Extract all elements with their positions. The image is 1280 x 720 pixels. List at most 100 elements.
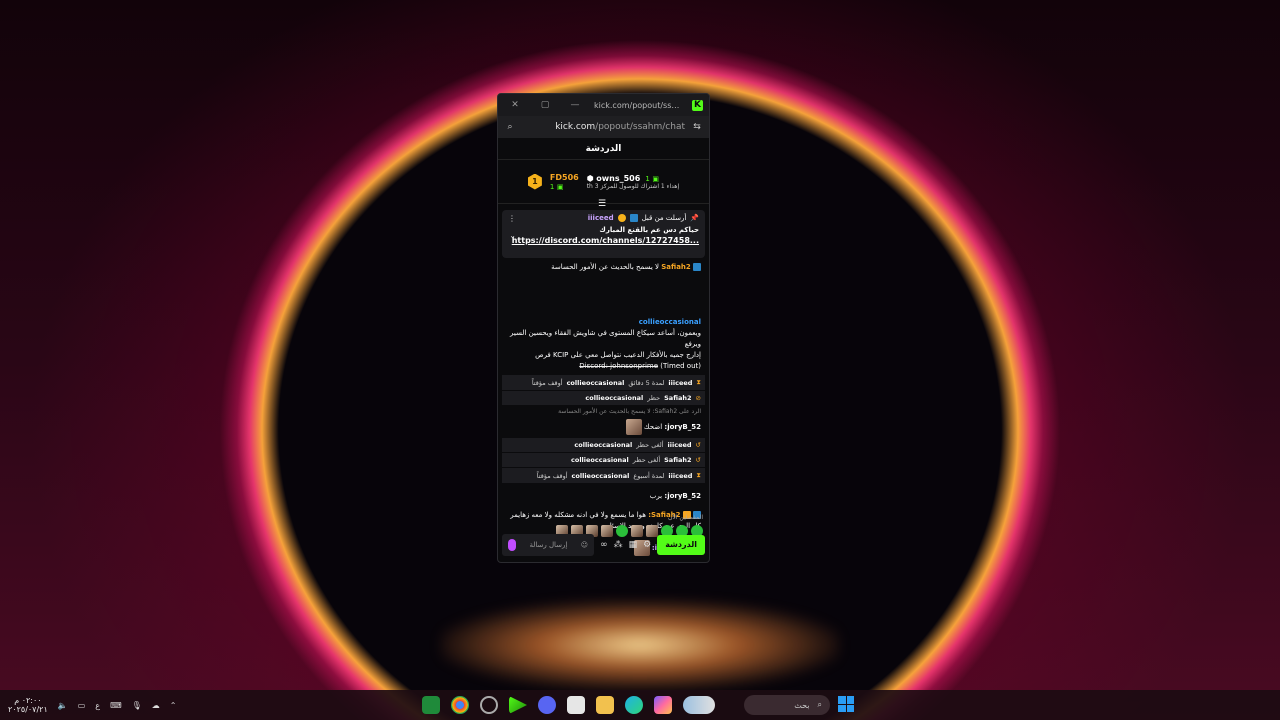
- windows-logo-tile: [846, 704, 854, 712]
- chat-input-row: الدردشة ⚙ ▦ ⁂ ∞ ☺ إرسال رسالة: [502, 534, 705, 556]
- maximize-icon[interactable]: ▢: [534, 100, 556, 110]
- chat-message: Safiah2 لا يسمح بالحديث عن الأمور الحساس…: [502, 260, 705, 275]
- emote-bar-title: المفضلين الآن: [668, 514, 703, 521]
- microphone-icon[interactable]: 🎙: [132, 701, 142, 710]
- clock-date: ٢٠٢٥/٠٧/٢١: [8, 705, 48, 714]
- emoji-icon[interactable]: ☺: [581, 541, 588, 549]
- pinned-user[interactable]: iiiceed: [588, 214, 614, 222]
- chat-message: collieoccasional ويعمون، أساعد سيكاع الم…: [502, 315, 705, 374]
- unban-icon: ↺: [695, 441, 701, 449]
- keyboard-icon[interactable]: ⌨: [110, 701, 122, 710]
- chat-input-placeholder: إرسال رسالة: [529, 541, 568, 549]
- taskbar-search[interactable]: بحث ⌕: [744, 695, 830, 715]
- username[interactable]: joryB_52:: [664, 492, 701, 500]
- pinned-message[interactable]: 📌 أرسلت من قبل iiiceed حياكم دس عم بالقن…: [502, 210, 705, 258]
- username[interactable]: Safiah2: [661, 263, 691, 271]
- users-icon[interactable]: ⁂: [614, 540, 623, 550]
- obs-app-icon[interactable]: [480, 696, 498, 714]
- reply-context[interactable]: الرد على Safiah2: لا يسمح بالحديث عن الأ…: [502, 406, 705, 417]
- message-text: برب: [649, 492, 663, 500]
- title-bar: K kick.com/popout/ssahm/ch... — ▢ ✕: [498, 94, 709, 116]
- leaderboard-sub: إهداء 1 اشتراك للوصول للمركز 3 th: [586, 182, 680, 190]
- url-host: kick.com: [555, 122, 596, 132]
- system-text: ألغى حظر: [632, 456, 661, 464]
- shield-icon: ⬢: [586, 173, 594, 183]
- discord-app-icon[interactable]: [538, 696, 556, 714]
- edge-app-icon[interactable]: [625, 696, 643, 714]
- pinned-link[interactable]: https://discord.com/channels/12727458...: [508, 236, 699, 245]
- target-user[interactable]: collieoccasional: [571, 456, 629, 464]
- store-app-icon[interactable]: [567, 696, 585, 714]
- system-message: ⧗ iiiceed لمدة 5 دقائق collieoccasional …: [502, 375, 705, 390]
- username[interactable]: Safiah2: [664, 394, 691, 402]
- target-user[interactable]: collieoccasional: [574, 441, 632, 449]
- pinned-spacer: [502, 275, 705, 315]
- language-indicator[interactable]: ع: [95, 701, 100, 710]
- leaderboard-count: 1: [645, 174, 650, 183]
- sheets-app-icon[interactable]: [422, 696, 440, 714]
- username[interactable]: Safiah2: [664, 456, 691, 464]
- target-user[interactable]: collieoccasional: [572, 472, 630, 480]
- timed-out-label: (Timed out): [660, 362, 701, 370]
- search-icon: ⌕: [817, 700, 822, 709]
- site-settings-icon[interactable]: ⇆: [691, 122, 703, 132]
- start-button[interactable]: [838, 696, 854, 712]
- url-text[interactable]: kick.com/popout/ssahm/chat: [522, 122, 685, 132]
- username[interactable]: joryB_52:: [664, 423, 701, 431]
- close-icon[interactable]: ✕: [504, 100, 526, 110]
- chevron-down-icon[interactable]: ⌄: [508, 231, 516, 240]
- ban-icon: ⊘: [695, 394, 701, 402]
- cloud-icon[interactable]: ☁: [152, 701, 160, 710]
- target-user[interactable]: collieoccasional: [567, 379, 625, 387]
- message-text: إدارج جميه بالأفكار الدعيب نتواصل معي عل…: [535, 351, 701, 359]
- url-path: /popout/ssahm/chat: [595, 122, 685, 132]
- search-icon[interactable]: ⌕: [504, 122, 516, 132]
- chat-header: الدردشة: [498, 138, 709, 160]
- window-title: kick.com/popout/ssahm/ch...: [594, 100, 684, 110]
- kick-logo-icon: K: [692, 99, 703, 111]
- system-tray: ٠٢:٠٠ م ٢٠٢٥/٠٧/٢١ 🔈 ▭ ع ⌨ 🎙 ☁ ⌃: [8, 696, 176, 714]
- username[interactable]: iiiceed: [668, 472, 692, 480]
- mic-icon[interactable]: [508, 539, 517, 551]
- message-text: لا يسمح بالحديث عن الأمور الحساسة: [551, 263, 659, 271]
- username[interactable]: iiiceed: [668, 379, 692, 387]
- play-app-icon[interactable]: [509, 696, 527, 714]
- clock[interactable]: ٠٢:٠٠ م ٢٠٢٥/٠٧/٢١: [8, 696, 48, 714]
- leaderboard-entry-right[interactable]: ▣ 1 owns_506 ⬢ إهداء 1 اشتراك للوصول للم…: [587, 174, 679, 190]
- target-user[interactable]: collieoccasional: [585, 394, 643, 402]
- username[interactable]: iiiceed: [668, 441, 692, 449]
- infinity-icon[interactable]: ∞: [600, 540, 608, 550]
- leaderboard-name: FD506: [549, 172, 579, 182]
- search-placeholder: بحث: [794, 700, 810, 710]
- gift-leaderboard: ▣ 1 owns_506 ⬢ إهداء 1 اشتراك للوصول للم…: [498, 160, 709, 209]
- system-message: ⊘ Safiah2 حظر collieoccasional: [502, 391, 705, 405]
- pin-icon: 📌: [690, 214, 699, 222]
- copilot-app-icon[interactable]: [654, 696, 672, 714]
- collapse-handle-icon[interactable]: ☰: [598, 199, 606, 209]
- chevron-up-icon[interactable]: ⌃: [170, 701, 177, 710]
- pinned-text: حياكم دس عم بالقنع المبارك: [599, 226, 699, 234]
- volume-icon[interactable]: 🔈: [58, 701, 68, 710]
- gift-icon: ▣: [652, 174, 660, 183]
- widget-app-icon[interactable]: [683, 696, 715, 714]
- more-options-icon[interactable]: ⋮: [508, 214, 516, 223]
- username[interactable]: collieoccasional: [506, 317, 701, 328]
- file-explorer-icon[interactable]: [596, 696, 614, 714]
- leaderboard-entry-left[interactable]: FD506 ▣ 1: [550, 173, 579, 191]
- system-message: ⧗ iiiceed لمدة أسبوع collieoccasional أو…: [502, 468, 705, 483]
- chat-input[interactable]: ☺ إرسال رسالة: [502, 534, 595, 556]
- system-text: ألغى حظر: [636, 441, 664, 449]
- gear-icon[interactable]: ⚙: [643, 540, 651, 550]
- system-text: لمدة أسبوع: [633, 471, 665, 480]
- windows-logo-tile: [846, 696, 854, 704]
- gift-icon: ▣: [556, 182, 564, 191]
- store-icon[interactable]: ▦: [629, 540, 638, 550]
- send-chat-button[interactable]: الدردشة: [657, 535, 705, 555]
- message-text: اضحك: [643, 423, 663, 431]
- network-icon[interactable]: ▭: [78, 701, 86, 710]
- minimize-icon[interactable]: —: [564, 100, 586, 110]
- leaderboard-name: owns_506: [596, 173, 641, 183]
- chrome-app-icon[interactable]: [451, 696, 469, 714]
- system-text: حظر: [647, 394, 661, 402]
- hourglass-icon: ⧗: [696, 471, 701, 479]
